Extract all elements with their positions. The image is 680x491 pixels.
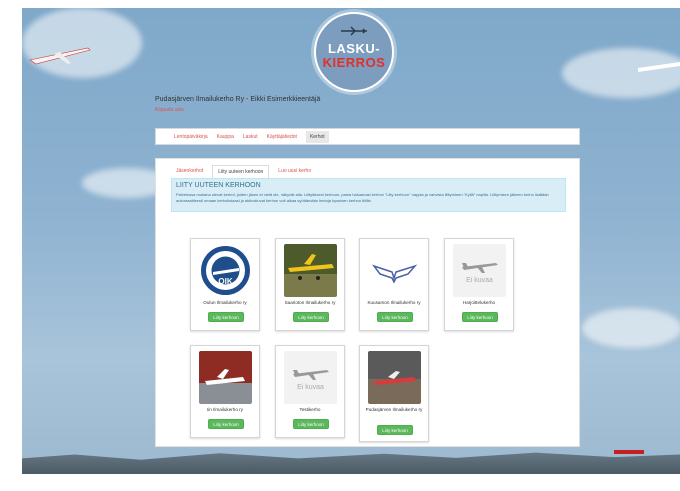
club-name: Iin Ilmailukerho ry (207, 407, 243, 412)
club-photo-image (199, 351, 252, 404)
club-card: Saarioton Ilmailukerho ry Liity kerhoon (275, 238, 345, 331)
club-card: Ei kuvaa Harjoittelukerho Liity kerhoon (444, 238, 514, 331)
tab-member-clubs[interactable]: Jäsenkerhot (171, 165, 208, 179)
logout-link[interactable]: Kirjaudu ulos (155, 107, 184, 113)
no-image-placeholder: Ei kuvaa (453, 244, 506, 297)
no-image-text: Ei kuvaa (297, 384, 324, 391)
club-name: Pudasjärven Ilmailukerho ry (365, 407, 423, 412)
club-name: Harjoittelukerho (462, 300, 496, 305)
club-logo-image: OIK (199, 244, 252, 297)
info-alert: LIITY UUTEEN KERHOON Palvelussa mukana o… (171, 178, 566, 212)
club-name: Testikerho (299, 407, 321, 412)
club-card: Iin Ilmailukerho ry Liity kerhoon (190, 345, 260, 438)
main-navbar: Lentopäiväkirja Kauppa Laskut Käyttäjäti… (155, 128, 580, 145)
join-club-button[interactable]: Liity kerhoon (377, 312, 413, 322)
plane-placeholder-icon (292, 370, 329, 380)
ground-silhouette (22, 452, 680, 474)
join-club-button[interactable]: Liity kerhoon (462, 312, 498, 322)
club-logo-image (368, 244, 421, 297)
nav-item-invoices[interactable]: Laskut (243, 134, 258, 140)
join-club-button[interactable]: Liity kerhoon (208, 419, 244, 429)
join-club-button[interactable]: Liity kerhoon (293, 419, 329, 429)
glider-plane-icon (29, 47, 91, 65)
no-image-placeholder: Ei kuvaa (284, 351, 337, 404)
nav-item-shop[interactable]: Kauppa (217, 134, 234, 140)
club-card: OIK Oulun Ilmailukerho ry Liity kerhoon (190, 238, 260, 331)
join-club-button[interactable]: Liity kerhoon (377, 425, 413, 435)
logo-text-line1: LASKU- (327, 41, 381, 56)
club-card: Pudasjärven Ilmailukerho ry Liity kerhoo… (359, 345, 429, 442)
alert-text: Palvelussa mukana olevat kerhot, joiden … (176, 192, 549, 203)
club-card: Ei kuvaa Testikerho Liity kerhoon (275, 345, 345, 438)
nav-item-user-info[interactable]: Käyttäjätiedot (267, 134, 297, 140)
no-image-text: Ei kuvaa (466, 277, 493, 284)
join-club-button[interactable]: Liity kerhoon (208, 312, 244, 322)
club-photo-image (284, 244, 337, 297)
clubs-panel: Jäsenkerhot Liity uuteen kerhoon Luo uus… (155, 158, 580, 447)
page-title: Pudasjärven Ilmailukerho Ry - Eikki Esim… (155, 96, 321, 103)
tab-create-club[interactable]: Luo uusi kerho (273, 165, 316, 179)
clubs-tabs: Jäsenkerhot Liity uuteen kerhoon Luo uus… (171, 165, 320, 179)
join-club-button[interactable]: Liity kerhoon (293, 312, 329, 322)
alert-heading: LIITY UUTEEN KERHOON (176, 182, 261, 189)
club-name: Kuusamon Ilmailukerho ry (367, 300, 421, 305)
nav-item-clubs[interactable]: Kerhot (305, 130, 329, 143)
club-photo-image (368, 351, 421, 404)
plane-placeholder-icon (461, 263, 498, 273)
club-name: Oulun Ilmailukerho ry (203, 300, 247, 305)
svg-text:OIK: OIK (218, 277, 232, 286)
airplane-icon (341, 26, 367, 36)
cloud-plane-icon (638, 62, 680, 72)
tab-join-club[interactable]: Liity uuteen kerhoon (212, 165, 270, 179)
nav-item-flight-log[interactable]: Lentopäiväkirja (174, 134, 208, 140)
club-card: Kuusamon Ilmailukerho ry Liity kerhoon (359, 238, 429, 331)
lasku-kierros-logo[interactable]: LASKU- KIERROS (314, 12, 394, 92)
club-name: Saarioton Ilmailukerho ry (284, 300, 336, 305)
logo-text-line2: KIERROS (322, 55, 386, 70)
